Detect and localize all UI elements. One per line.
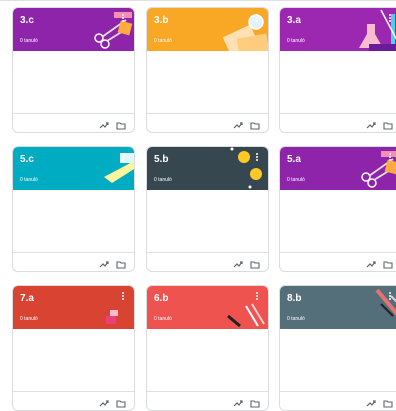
class-card[interactable]: 5.c 0 tanuló: [12, 146, 135, 272]
student-count: 0 tanuló: [20, 177, 38, 183]
student-count: 0 tanuló: [287, 316, 305, 322]
trending-up-icon[interactable]: [366, 257, 376, 268]
class-card[interactable]: 8.b 0 tanuló: [279, 285, 396, 411]
student-count: 0 tanuló: [154, 38, 172, 44]
student-count: 0 tanuló: [287, 177, 305, 183]
class-card[interactable]: 7.a 0 tanuló: [12, 285, 135, 411]
folder-icon[interactable]: [383, 118, 393, 130]
class-title[interactable]: 8.b: [287, 293, 301, 304]
class-card-header[interactable]: 6.b 0 tanuló: [147, 286, 268, 329]
class-card-footer: [13, 113, 134, 132]
class-card-header[interactable]: 7.a 0 tanuló: [13, 286, 134, 329]
class-card-header[interactable]: 3.c 0 tanuló: [13, 8, 134, 51]
header-illustration: [331, 8, 396, 51]
class-card[interactable]: 5.b 0 tanuló: [146, 146, 269, 272]
class-card-header[interactable]: 5.a 0 tanuló: [280, 147, 396, 190]
more-vert-icon[interactable]: [122, 153, 125, 163]
trending-up-icon[interactable]: [233, 118, 243, 129]
trending-up-icon[interactable]: [99, 257, 109, 268]
trending-up-icon[interactable]: [366, 118, 376, 129]
folder-icon[interactable]: [250, 396, 260, 408]
folder-icon[interactable]: [116, 396, 126, 408]
class-card-header[interactable]: 3.b 0 tanuló: [147, 8, 268, 51]
more-vert-icon[interactable]: [389, 153, 392, 163]
class-grid: 3.c 0 tanuló 3.b 0 tanuló 3.a 0 tanuló 5…: [0, 0, 396, 411]
class-card-footer: [280, 113, 396, 132]
class-title[interactable]: 6.b: [154, 293, 168, 304]
class-card-footer: [280, 391, 396, 410]
student-count: 0 tanuló: [20, 38, 38, 44]
class-title[interactable]: 5.b: [154, 154, 168, 165]
more-vert-icon[interactable]: [256, 153, 259, 163]
class-card-header[interactable]: 8.b 0 tanuló: [280, 286, 396, 329]
trending-up-icon[interactable]: [99, 396, 109, 407]
header-illustration: [331, 286, 396, 329]
student-count: 0 tanuló: [154, 177, 172, 183]
class-title[interactable]: 5.a: [287, 154, 301, 165]
class-card-header[interactable]: 5.c 0 tanuló: [13, 147, 134, 190]
more-vert-icon[interactable]: [389, 292, 392, 302]
class-title[interactable]: 3.b: [154, 15, 168, 26]
class-card-header[interactable]: 5.b 0 tanuló: [147, 147, 268, 190]
class-card[interactable]: 3.b 0 tanuló: [146, 7, 269, 133]
class-card-footer: [13, 391, 134, 410]
more-vert-icon[interactable]: [256, 292, 259, 302]
trending-up-icon[interactable]: [233, 396, 243, 407]
trending-up-icon[interactable]: [99, 118, 109, 129]
class-card[interactable]: 3.c 0 tanuló: [12, 7, 135, 133]
class-card[interactable]: 6.b 0 tanuló: [146, 285, 269, 411]
folder-icon[interactable]: [116, 257, 126, 269]
folder-icon[interactable]: [383, 396, 393, 408]
class-title[interactable]: 5.c: [20, 154, 34, 165]
folder-icon[interactable]: [250, 118, 260, 130]
student-count: 0 tanuló: [154, 316, 172, 322]
class-title[interactable]: 3.a: [287, 15, 301, 26]
student-count: 0 tanuló: [287, 38, 305, 44]
class-title[interactable]: 3.c: [20, 15, 34, 26]
class-card[interactable]: 3.a 0 tanuló: [279, 7, 396, 133]
trending-up-icon[interactable]: [366, 396, 376, 407]
folder-icon[interactable]: [383, 257, 393, 269]
class-card-footer: [147, 113, 268, 132]
trending-up-icon[interactable]: [233, 257, 243, 268]
folder-icon[interactable]: [116, 118, 126, 130]
more-vert-icon[interactable]: [256, 14, 259, 24]
class-card-footer: [280, 252, 396, 271]
class-card-footer: [147, 391, 268, 410]
class-title[interactable]: 7.a: [20, 293, 34, 304]
student-count: 0 tanuló: [20, 316, 38, 322]
header-illustration: [331, 147, 396, 190]
class-card-footer: [13, 252, 134, 271]
class-card-footer: [147, 252, 268, 271]
more-vert-icon[interactable]: [389, 14, 392, 24]
more-vert-icon[interactable]: [122, 292, 125, 302]
class-card-header[interactable]: 3.a 0 tanuló: [280, 8, 396, 51]
class-card[interactable]: 5.a 0 tanuló: [279, 146, 396, 272]
folder-icon[interactable]: [250, 257, 260, 269]
more-vert-icon[interactable]: [122, 14, 125, 24]
